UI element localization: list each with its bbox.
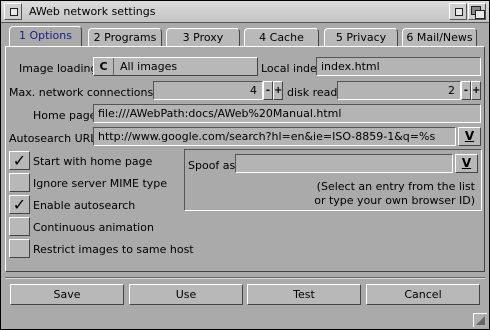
disk-reads-field[interactable]: 2 <box>337 81 461 100</box>
close-icon[interactable] <box>4 3 22 20</box>
autosearch-popup-button[interactable]: V <box>458 127 481 146</box>
local-index-label: Local index <box>261 62 324 75</box>
continuous-animation-checkbox[interactable] <box>9 217 30 236</box>
tab-options[interactable]: 1 Options <box>9 26 82 47</box>
depth-icon[interactable] <box>468 3 486 20</box>
home-page-label: Home page <box>33 109 97 122</box>
tab-programs[interactable]: 2 Programs <box>88 28 162 47</box>
divider <box>5 277 485 279</box>
disk-reads-decrement[interactable]: - <box>461 81 471 100</box>
local-index-field[interactable]: index.html <box>316 57 481 76</box>
zoom-icon[interactable] <box>449 3 467 20</box>
image-loading-label: Image loading <box>19 62 98 75</box>
enable-autosearch-checkbox[interactable]: ✓ <box>9 195 30 214</box>
use-button[interactable]: Use <box>129 284 243 305</box>
disk-reads-label: disk reads <box>287 86 344 99</box>
test-button[interactable]: Test <box>247 284 361 305</box>
spoof-popup-button[interactable]: V <box>455 154 478 173</box>
spoof-hint-line-1: (Select an entry from the list <box>316 180 475 193</box>
enable-autosearch-label: Enable autosearch <box>33 199 136 212</box>
settings-window: AWeb network settings 1 Options 2 Progra… <box>0 0 490 330</box>
resize-grip-icon[interactable] <box>473 313 487 327</box>
autosearch-url-label: Autosearch URL <box>9 132 97 145</box>
ignore-mime-label: Ignore server MIME type <box>33 177 168 190</box>
max-connections-decrement[interactable]: - <box>263 81 273 100</box>
restrict-images-checkbox[interactable] <box>9 239 30 258</box>
autosearch-url-field[interactable]: http://www.google.com/search?hl=en&ie=IS… <box>93 127 456 146</box>
title-bar[interactable]: AWeb network settings <box>1 1 489 23</box>
tab-privacy[interactable]: 5 Privacy <box>324 28 398 47</box>
start-home-checkbox[interactable]: ✓ <box>9 151 30 170</box>
home-page-field[interactable]: file:///AWebPath:docs/AWeb%20Manual.html <box>93 104 481 123</box>
cancel-button[interactable]: Cancel <box>366 284 480 305</box>
max-connections-increment[interactable]: + <box>273 81 283 100</box>
image-loading-cycle[interactable]: C All images <box>93 57 258 76</box>
tab-mail-news[interactable]: 6 Mail/News <box>402 28 477 47</box>
window-title: AWeb network settings <box>29 5 156 18</box>
spoof-as-label: Spoof as <box>188 159 236 172</box>
continuous-animation-label: Continuous animation <box>33 221 154 234</box>
image-loading-value: All images <box>120 60 178 73</box>
disk-reads-increment[interactable]: + <box>471 81 481 100</box>
spoof-hint-line-2: or type your own browser ID) <box>314 194 475 207</box>
save-button[interactable]: Save <box>10 284 124 305</box>
tab-proxy[interactable]: 3 Proxy <box>166 28 240 47</box>
start-home-label: Start with home page <box>33 155 153 168</box>
spoof-as-field[interactable] <box>235 154 453 173</box>
restrict-images-label: Restrict images to same host <box>33 243 194 256</box>
cycle-icon: C <box>94 58 114 75</box>
tab-cache[interactable]: 4 Cache <box>244 28 319 47</box>
ignore-mime-checkbox[interactable] <box>9 173 30 192</box>
max-connections-label: Max. network connections <box>9 86 154 99</box>
max-connections-field[interactable]: 4 <box>153 81 263 100</box>
